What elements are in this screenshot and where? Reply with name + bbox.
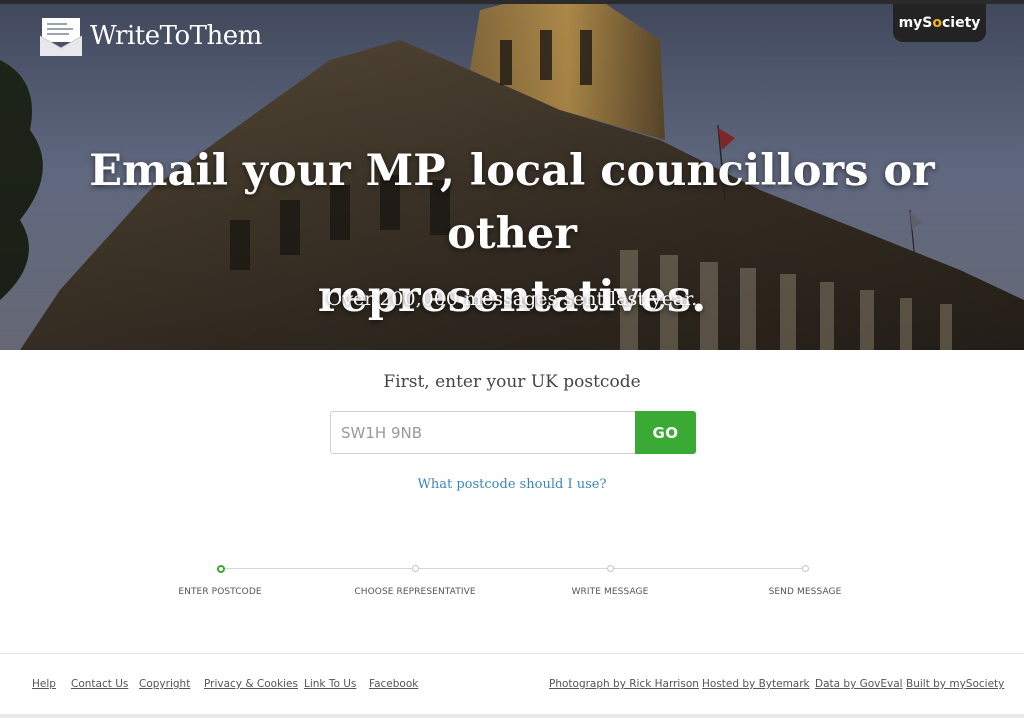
step-label-enter-postcode: ENTER POSTCODE [178,587,262,597]
hero-subhead: Over 200,000 messages sent last year. [326,288,698,310]
step-label-send-message: SEND MESSAGE [768,587,842,597]
step-marker-enter-postcode [217,565,225,573]
progress-line [220,568,805,569]
footer-link-hosting[interactable]: Hosted by Bytemark [702,678,810,690]
postcode-help: What postcode should I use? [0,477,1024,492]
step-marker-write-message [607,565,614,572]
footer-divider [0,653,1024,654]
footer-link-contact[interactable]: Contact Us [71,678,128,690]
footer-link-copyright[interactable]: Copyright [139,678,190,690]
logo-text: WriteToThem [90,21,262,51]
mysociety-suffix: ciety [942,15,981,31]
postcode-prompt: First, enter your UK postcode [383,372,641,392]
footer-link-photo-credit[interactable]: Photograph by Rick Harrison [549,678,699,690]
footer-link-data[interactable]: Data by GovEval [815,678,903,690]
step-marker-send-message [802,565,809,572]
postcode-input[interactable] [330,411,635,454]
top-border [0,0,1024,4]
mysociety-badge[interactable]: myS o ciety [893,4,986,42]
step-label-write-message: WRITE MESSAGE [571,587,649,597]
mysociety-o: o [932,15,942,31]
footer-link-built-by[interactable]: Built by mySociety [906,678,1004,690]
postcode-help-link[interactable]: What postcode should I use? [418,477,607,492]
go-button[interactable]: GO [635,411,696,454]
site-logo[interactable]: WriteToThem [39,16,262,56]
headline-line-1: Email your MP, local councillors or othe… [89,146,935,259]
footer-bottom-bar [0,714,1024,718]
footer-link-facebook[interactable]: Facebook [369,678,418,690]
envelope-letter-icon [39,16,83,56]
hero-banner: WriteToThem myS o ciety Email your MP, loc… [0,0,1024,350]
footer-link-link-to-us[interactable]: Link To Us [304,678,356,690]
mysociety-prefix: myS [898,15,933,31]
step-label-choose-representative: CHOOSE REPRESENTATIVE [354,587,476,597]
footer-link-help[interactable]: Help [32,678,56,690]
step-marker-choose-representative [412,565,419,572]
footer-link-privacy[interactable]: Privacy & Cookies [204,678,298,690]
